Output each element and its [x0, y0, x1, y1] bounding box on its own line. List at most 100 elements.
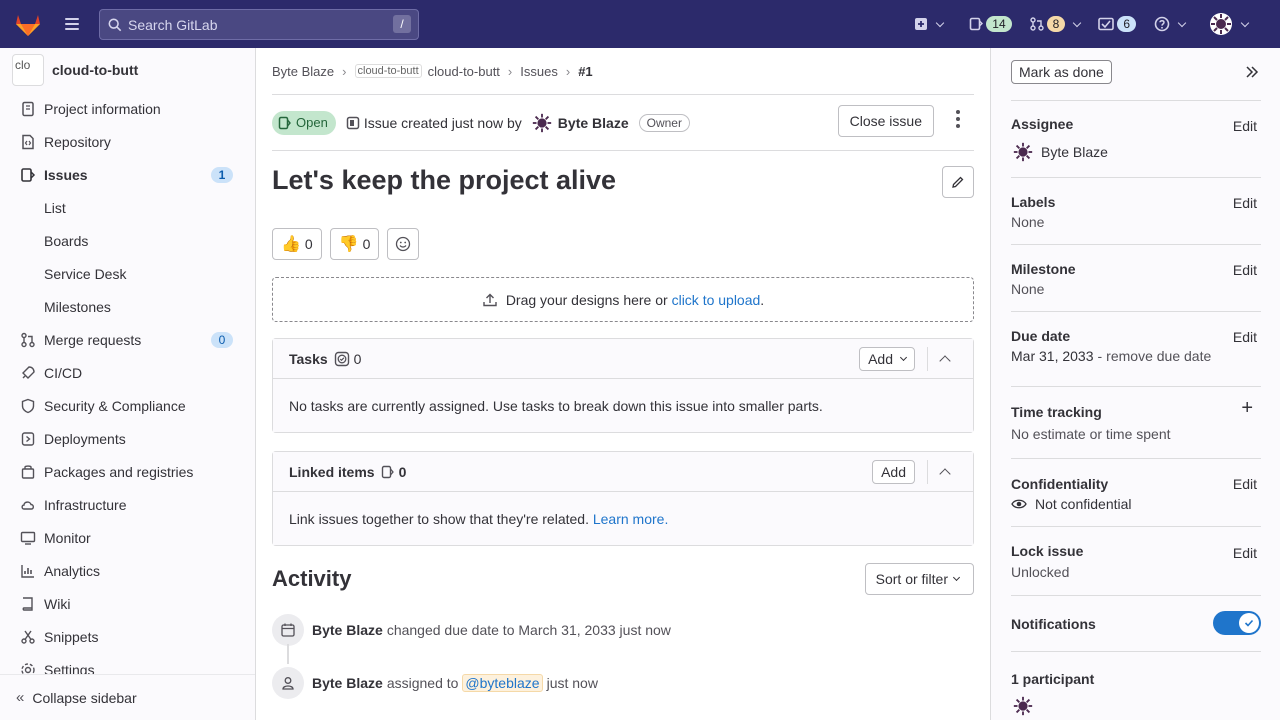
sidebar-item-service-desk[interactable]: Service Desk: [0, 257, 255, 290]
remove-due-date-link[interactable]: remove due date: [1106, 348, 1211, 364]
edit-title-button[interactable]: [942, 166, 974, 198]
add-reaction-button[interactable]: [387, 228, 420, 260]
upload-suffix: .: [760, 291, 765, 308]
confidentiality-label: Confidentiality: [1011, 476, 1109, 492]
breadcrumb-issue-number[interactable]: #1: [578, 64, 592, 79]
milestone-edit-button[interactable]: Edit: [1233, 262, 1257, 278]
lock-issue-edit-button[interactable]: Edit: [1233, 545, 1257, 561]
search-input[interactable]: Search GitLab /: [99, 9, 419, 40]
tasks-card: Tasks 0 Add No tasks are currently assig…: [272, 338, 974, 433]
double-chevron-right-icon[interactable]: [1244, 64, 1260, 80]
tasks-title: Tasks: [289, 350, 328, 367]
sidebar-item-analytics[interactable]: Analytics: [0, 554, 255, 587]
milestone-label: Milestone: [1011, 261, 1076, 277]
mark-as-done-button[interactable]: Mark as done: [1011, 60, 1112, 84]
issue-title: Let's keep the project alive: [272, 165, 617, 195]
add-time-icon[interactable]: +: [1241, 397, 1253, 420]
collapse-tasks-button[interactable]: [927, 347, 961, 371]
menu-icon[interactable]: [60, 12, 84, 36]
breadcrumb-issues[interactable]: Issues: [520, 64, 558, 79]
participant-avatar[interactable]: [1011, 694, 1035, 718]
note-author[interactable]: Byte Blaze: [312, 675, 383, 691]
chevron-down-icon: [952, 573, 961, 582]
sidebar-item-monitor[interactable]: Monitor: [0, 521, 255, 554]
chevron-down-icon: [1073, 18, 1082, 27]
sort-filter-dropdown[interactable]: Sort or filter: [864, 563, 974, 595]
confidentiality-text: Not confidential: [1035, 496, 1132, 512]
learn-more-link[interactable]: Learn more.: [593, 511, 668, 527]
monitor-icon: [20, 530, 36, 546]
sidebar-item-project-information[interactable]: Project information: [0, 92, 255, 125]
project-header[interactable]: clo cloud-to-butt: [0, 48, 255, 92]
sidebar-item-label: Boards: [44, 232, 89, 249]
help-button[interactable]: [1148, 8, 1195, 40]
upload-link[interactable]: click to upload: [672, 292, 761, 308]
add-task-button[interactable]: Add: [859, 347, 915, 371]
linked-items-header: Linked items 0 Add: [273, 452, 973, 492]
design-dropzone[interactable]: Drag your designs here or click to uploa…: [272, 277, 974, 322]
more-actions-icon[interactable]: [950, 110, 966, 128]
thumbs-down-icon: 👎: [338, 236, 359, 253]
user-menu-button[interactable]: [1203, 8, 1258, 40]
time-tracking-label: Time tracking: [1011, 404, 1102, 420]
project-avatar: clo: [12, 54, 44, 86]
sidebar-item-snippets[interactable]: Snippets: [0, 620, 255, 653]
assignee-value[interactable]: Byte Blaze: [1011, 140, 1108, 164]
issues-icon: [969, 17, 984, 31]
breadcrumb-project[interactable]: cloud-to-butt: [428, 64, 500, 79]
close-issue-button[interactable]: Close issue: [837, 105, 934, 137]
todos-nav-button[interactable]: 6: [1092, 8, 1142, 40]
sidebar-item-merge-requests[interactable]: Merge requests 0: [0, 323, 255, 356]
sidebar-item-label: Repository: [44, 133, 111, 150]
sidebar-item-infrastructure[interactable]: Infrastructure: [0, 488, 255, 521]
sidebar-item-security[interactable]: Security & Compliance: [0, 389, 255, 422]
breadcrumb-separator: ›: [342, 63, 347, 79]
create-new-button[interactable]: [908, 8, 953, 40]
time-tracking-value: No estimate or time spent: [1011, 426, 1171, 442]
gitlab-logo-icon[interactable]: [12, 8, 44, 40]
sidebar-item-packages[interactable]: Packages and registries: [0, 455, 255, 488]
due-date-edit-button[interactable]: Edit: [1233, 329, 1257, 345]
search-shortcut: /: [393, 15, 411, 33]
thumbs-up-button[interactable]: 👍 0: [272, 228, 322, 260]
sidebar-item-label: Security & Compliance: [44, 397, 186, 414]
labels-edit-button[interactable]: Edit: [1233, 195, 1257, 211]
confidentiality-edit-button[interactable]: Edit: [1233, 476, 1257, 492]
assignee-edit-button[interactable]: Edit: [1233, 118, 1257, 134]
merge-requests-nav-button[interactable]: 8: [1024, 8, 1091, 40]
due-date-dash: -: [1097, 348, 1103, 364]
breadcrumb-group[interactable]: Byte Blaze: [272, 64, 334, 79]
notifications-toggle[interactable]: [1213, 611, 1261, 635]
issues-icon: [381, 465, 394, 478]
issues-nav-button[interactable]: 14: [963, 8, 1017, 40]
sidebar-item-list[interactable]: List: [0, 191, 255, 224]
thumbs-down-button[interactable]: 👎 0: [329, 228, 380, 260]
rocket-icon: [20, 365, 36, 381]
assignee-section: Assignee Edit Byte Blaze: [1011, 100, 1261, 177]
sidebar-item-boards[interactable]: Boards: [0, 224, 255, 257]
sidebar-item-deployments[interactable]: Deployments: [0, 422, 255, 455]
collapse-sidebar-label: Collapse sidebar: [32, 689, 137, 706]
lock-issue-label: Lock issue: [1011, 543, 1084, 559]
sidebar-item-cicd[interactable]: CI/CD: [0, 356, 255, 389]
sidebar-item-label: Milestones: [44, 298, 111, 315]
sidebar-item-repository[interactable]: Repository: [0, 125, 255, 158]
status-badge: Open: [272, 110, 336, 135]
sidebar-item-wiki[interactable]: Wiki: [0, 587, 255, 620]
user-mention[interactable]: @byteblaze: [462, 674, 543, 692]
add-linked-item-button[interactable]: Add: [872, 460, 915, 484]
author-link[interactable]: Byte Blaze: [558, 115, 629, 131]
sidebar-item-issues[interactable]: Issues 1: [0, 158, 255, 191]
collapse-sidebar-button[interactable]: « Collapse sidebar: [0, 674, 255, 720]
author-avatar[interactable]: [530, 111, 554, 135]
collapse-linked-items-button[interactable]: [927, 460, 961, 484]
sidebar-item-label: Packages and registries: [44, 463, 194, 480]
milestone-value: None: [1011, 281, 1045, 297]
sidebar-item-milestones[interactable]: Milestones: [0, 290, 255, 323]
linked-items-title: Linked items: [289, 463, 375, 480]
confidentiality-section: Confidentiality Edit Not confidential: [1011, 458, 1261, 526]
sidebar-item-label: Deployments: [44, 430, 126, 447]
breadcrumb-separator: ›: [565, 63, 571, 79]
note-author[interactable]: Byte Blaze: [312, 622, 383, 638]
assignee-name: Byte Blaze: [1041, 144, 1108, 160]
